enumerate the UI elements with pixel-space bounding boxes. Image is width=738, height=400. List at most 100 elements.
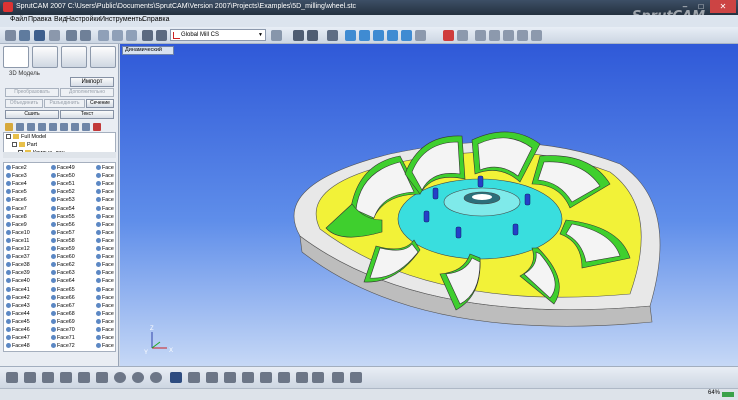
face-item[interactable]: Face: [96, 269, 114, 277]
face-item[interactable]: Face: [96, 294, 114, 302]
up-icon[interactable]: [60, 123, 68, 131]
face-item[interactable]: Face51: [51, 180, 75, 188]
options-icon[interactable]: [332, 372, 344, 383]
face-item[interactable]: Face: [96, 180, 114, 188]
view-iso-icon[interactable]: [401, 30, 412, 41]
hidden-line-icon[interactable]: [206, 372, 218, 383]
face-item[interactable]: Face53: [51, 196, 75, 204]
light-settings-icon[interactable]: [350, 372, 362, 383]
face-item[interactable]: Face47: [6, 334, 30, 342]
new-file-icon[interactable]: [5, 30, 16, 41]
face-item[interactable]: Face66: [51, 294, 75, 302]
face-item[interactable]: Face72: [51, 342, 75, 350]
face-item[interactable]: Face9: [6, 221, 27, 229]
face-item[interactable]: Face: [96, 310, 114, 318]
face-item[interactable]: Face4: [6, 180, 27, 188]
menu-help[interactable]: Справка: [142, 16, 169, 23]
cut-icon[interactable]: [98, 30, 109, 41]
face-item[interactable]: Face: [96, 334, 114, 342]
axis-icon[interactable]: [443, 30, 454, 41]
face-item[interactable]: Face3: [6, 172, 27, 180]
points-view-icon[interactable]: [312, 372, 324, 383]
merge-button[interactable]: Объединить: [5, 99, 43, 108]
shade-icon[interactable]: [415, 30, 426, 41]
face-item[interactable]: Face39: [6, 269, 30, 277]
fixture-view-icon[interactable]: [260, 372, 272, 383]
list-icon[interactable]: [38, 123, 46, 131]
face-item[interactable]: Face8: [6, 213, 27, 221]
face-item[interactable]: Face69: [51, 318, 75, 326]
left-view-icon[interactable]: [42, 372, 54, 383]
menu-edit[interactable]: Правка: [28, 16, 52, 23]
tab-machining[interactable]: [61, 46, 87, 68]
face-item[interactable]: Face43: [6, 302, 30, 310]
face-item[interactable]: Face48: [6, 342, 30, 350]
save-icon[interactable]: [34, 30, 45, 41]
down-icon[interactable]: [71, 123, 79, 131]
section-icon[interactable]: [489, 30, 500, 41]
face-item[interactable]: Face60: [51, 253, 75, 261]
face-item[interactable]: Face52: [51, 188, 75, 196]
face-item[interactable]: Face37: [6, 253, 30, 261]
menu-tools[interactable]: Инструменты: [100, 16, 144, 23]
front-view-icon[interactable]: [6, 372, 18, 383]
cs-edit-icon[interactable]: [271, 30, 282, 41]
minimize-button[interactable]: –: [678, 0, 692, 13]
view-icon[interactable]: [293, 30, 304, 41]
text-button[interactable]: Текст: [60, 110, 114, 119]
face-item[interactable]: Face59: [51, 245, 75, 253]
face-item[interactable]: Face: [96, 318, 114, 326]
toolpath-view-icon[interactable]: [278, 372, 290, 383]
face-item[interactable]: Face42: [6, 294, 30, 302]
import-button[interactable]: Импорт: [70, 77, 114, 87]
wireframe-icon[interactable]: [188, 372, 200, 383]
face-item[interactable]: Face64: [51, 277, 75, 285]
face-item[interactable]: Face11: [6, 237, 29, 245]
copy-icon[interactable]: [112, 30, 123, 41]
face-item[interactable]: Face65: [51, 286, 75, 294]
menu-view[interactable]: Вид: [54, 16, 67, 23]
face-item[interactable]: Face: [96, 286, 114, 294]
orbit-icon[interactable]: [373, 30, 384, 41]
fit-icon[interactable]: [387, 30, 398, 41]
bottom-view-icon[interactable]: [96, 372, 108, 383]
coordinate-system-select[interactable]: Global Mill CS: [170, 29, 266, 41]
delete-icon[interactable]: [93, 123, 101, 131]
select-icon[interactable]: [345, 30, 356, 41]
snap-icon[interactable]: [457, 30, 468, 41]
split-button[interactable]: Разъединить: [44, 99, 85, 108]
face-item[interactable]: Face68: [51, 310, 75, 318]
face-item[interactable]: Face10: [6, 229, 30, 237]
paste-icon[interactable]: [126, 30, 137, 41]
tree-item-full-model[interactable]: Full Model: [6, 134, 46, 140]
face-item[interactable]: Face: [96, 302, 114, 310]
face-item[interactable]: Face: [96, 172, 114, 180]
face-item[interactable]: Face: [96, 245, 114, 253]
face-item[interactable]: Face55: [51, 213, 75, 221]
face-item[interactable]: Face54: [51, 205, 75, 213]
tab-workpiece[interactable]: [32, 46, 58, 68]
3d-viewport[interactable]: Динамический Z Y X: [120, 44, 738, 366]
face-item[interactable]: Face: [96, 253, 114, 261]
face-item[interactable]: Face7: [6, 205, 27, 213]
copy-icon[interactable]: [49, 123, 57, 131]
top-view-icon[interactable]: [78, 372, 90, 383]
face-item[interactable]: Face: [96, 188, 114, 196]
undo-icon[interactable]: [66, 30, 77, 41]
face-item[interactable]: Face70: [51, 326, 75, 334]
face-item[interactable]: Face63: [51, 269, 75, 277]
face-item[interactable]: Face: [96, 229, 114, 237]
close-button[interactable]: ✕: [710, 0, 736, 13]
iso-view-icon[interactable]: [114, 372, 126, 383]
face-item[interactable]: Face45: [6, 318, 30, 326]
tree-item-part[interactable]: Part: [12, 142, 37, 148]
properties-icon[interactable]: [82, 123, 90, 131]
face-item[interactable]: Face58: [51, 237, 75, 245]
back-view-icon[interactable]: [24, 372, 36, 383]
measure-icon[interactable]: [475, 30, 486, 41]
horizontal-scrollbar[interactable]: [3, 152, 116, 158]
face-item[interactable]: Face: [96, 237, 114, 245]
face-item[interactable]: Face12: [6, 245, 30, 253]
menu-file[interactable]: Файл: [10, 16, 27, 23]
face-item[interactable]: Face57: [51, 229, 75, 237]
